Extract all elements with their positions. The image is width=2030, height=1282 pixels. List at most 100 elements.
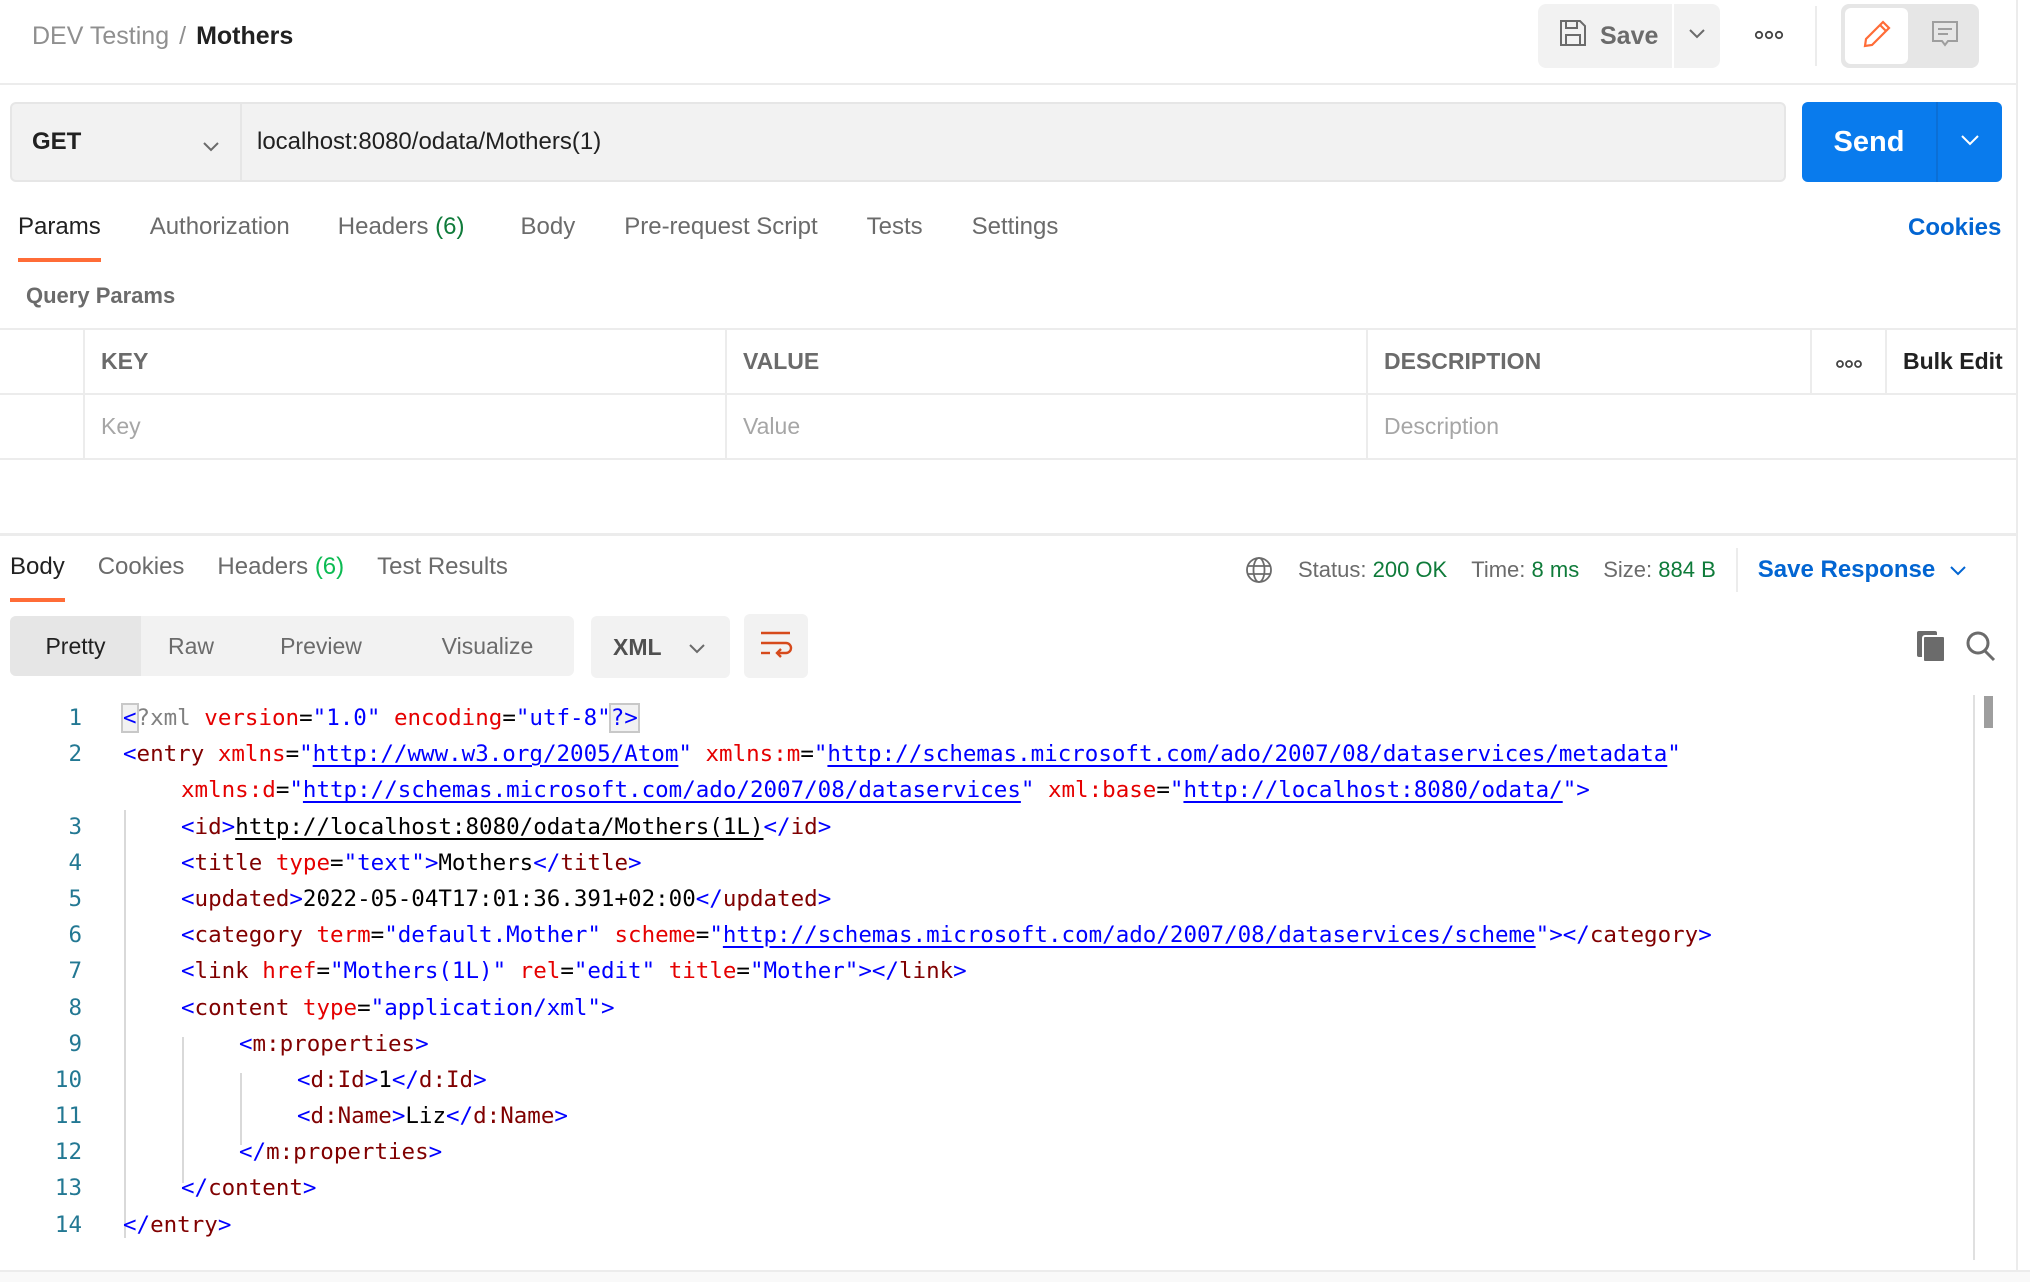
tab-settings[interactable]: Settings [972,213,1059,263]
save-button[interactable]: Save [1538,4,1672,68]
search-button[interactable] [1964,628,1998,664]
code-line: 12 </m:properties> [0,1134,1970,1170]
copy-button[interactable] [1914,628,1948,664]
line-number: 11 [54,1103,82,1130]
code-line: 1 <?xml version="1.0" encoding="utf-8"?> [0,700,1970,736]
comments-button[interactable] [1913,8,1976,64]
xml-link[interactable]: http://localhost:8080/odata/ [1183,777,1562,803]
breadcrumb-collection[interactable]: DEV Testing [32,22,169,50]
save-icon [1558,18,1588,55]
line-number: 1 [68,705,82,731]
table-row: Key Value Description [0,395,2016,460]
cookies-link[interactable]: Cookies [1908,214,2001,242]
url-input[interactable]: localhost:8080/odata/Mothers(1) [257,104,1757,180]
xml-link[interactable]: http://schemas.microsoft.com/ado/2007/08… [723,922,1536,948]
size-label: Size: [1603,557,1653,582]
format-select[interactable]: XML [591,616,730,678]
tab-tests[interactable]: Tests [867,213,923,263]
panel-border [2016,0,2018,1282]
mode-toggle [1841,4,1979,68]
code-line: 2 <entry xmlns="http://www.w3.org/2005/At… [0,736,1970,772]
view-preview[interactable]: Preview [241,616,401,676]
code-line: 6 <category term="default.Mother" scheme=… [0,917,1970,953]
xml-link[interactable]: http://schemas.microsoft.com/ado/2007/08… [827,741,1667,767]
checkbox-column-header [0,330,83,393]
method-select[interactable]: GET [12,104,242,180]
scrollbar-track[interactable] [1973,695,1975,1260]
column-value: VALUE [725,330,1366,393]
scrollbar-thumb[interactable] [1984,696,1993,728]
line-number: 12 [54,1139,82,1166]
globe-icon[interactable] [1244,555,1274,585]
pencil-icon [1861,18,1893,55]
xml-link[interactable]: http://schemas.microsoft.com/ado/2007/08… [303,777,1021,803]
send-button[interactable]: Send [1802,102,1936,182]
copy-icon [1914,631,1948,668]
code-line: 4 <title type="text">Mothers</title> [0,845,1970,881]
more-horizontal-icon [1835,348,1863,375]
line-number: 2 [68,741,82,768]
line-number: 7 [68,958,82,985]
column-description: DESCRIPTION [1366,330,1810,393]
tab-params[interactable]: Params [18,213,101,263]
code-line: 10 <d:Id>1</d:Id> [0,1062,1970,1098]
code-line-wrapped: xmlns:d="http://schemas.microsoft.com/ad… [181,777,1590,804]
url-bar: GET localhost:8080/odata/Mothers(1) [10,102,1786,182]
code-line: 14 </entry> [0,1207,1970,1243]
code-line: 9 <m:properties> [0,1026,1970,1062]
save-group: Save [1538,4,1720,68]
method-value: GET [32,128,82,155]
tab-pre-request-script[interactable]: Pre-request Script [624,213,817,263]
table-header-row: KEY VALUE DESCRIPTION Bulk Edit [0,330,2016,395]
tab-headers[interactable]: Headers (6) [338,213,465,263]
line-number: 6 [68,922,82,949]
code-line: 11 <d:Name>Liz</d:Name> [0,1098,1970,1134]
chevron-down-icon [1949,556,1967,584]
response-pane-divider[interactable] [0,533,2016,536]
save-response-label: Save Response [1757,556,1936,583]
send-options-button[interactable] [1936,102,2002,182]
xml-link[interactable]: http://www.w3.org/2005/Atom [313,741,679,767]
view-visualize[interactable]: Visualize [401,616,574,676]
query-params-table: KEY VALUE DESCRIPTION Bulk Edit Key Valu… [0,328,2016,460]
column-key: KEY [83,330,725,393]
size-value[interactable]: 884 B [1658,557,1716,583]
line-number: 3 [68,813,82,840]
description-input[interactable]: Description [1366,395,2016,458]
request-tabs: Params Authorization Headers (6) Body Pr… [18,213,1058,263]
response-tab-test-results[interactable]: Test Results [377,553,508,603]
breadcrumb-separator: / [179,22,187,50]
view-pretty[interactable]: Pretty [10,616,141,676]
response-body-viewer[interactable]: 1 <?xml version="1.0" encoding="utf-8"?> … [0,700,1970,1260]
line-number: 8 [68,994,82,1021]
line-number: 5 [68,885,82,912]
breadcrumb-request-name[interactable]: Mothers [196,22,293,50]
code-line: 8 <content type="application/xml"> [0,990,1970,1026]
edit-mode-button[interactable] [1845,8,1908,64]
tab-body[interactable]: Body [521,213,576,263]
response-tab-headers[interactable]: Headers (6) [217,553,344,603]
more-horizontal-icon [1754,27,1784,45]
time-value[interactable]: 8 ms [1532,557,1580,583]
bottom-border [0,1270,2030,1282]
response-tab-headers-label: Headers [217,553,309,580]
save-response-button[interactable]: Save Response [1758,556,1967,584]
key-input[interactable]: Key [83,395,725,458]
xml-link[interactable]: http://localhost:8080/odata/Mothers(1L) [235,814,763,840]
tab-authorization[interactable]: Authorization [150,213,290,263]
wrap-lines-button[interactable] [744,614,808,678]
column-options-button[interactable] [1810,330,1885,393]
status-value[interactable]: 200 OK [1373,557,1448,583]
bulk-edit-button[interactable]: Bulk Edit [1885,330,2016,393]
more-actions-button[interactable] [1744,22,1794,50]
save-options-button[interactable] [1674,4,1720,68]
line-number: 14 [54,1211,82,1238]
response-tab-cookies[interactable]: Cookies [98,553,185,603]
wrap-lines-icon [759,629,793,664]
value-input[interactable]: Value [725,395,1366,458]
query-params-heading: Query Params [26,283,176,308]
tab-headers-count: (6) [435,213,465,240]
response-tab-body[interactable]: Body [10,553,65,603]
view-raw[interactable]: Raw [141,616,241,676]
line-number: 13 [54,1175,82,1202]
